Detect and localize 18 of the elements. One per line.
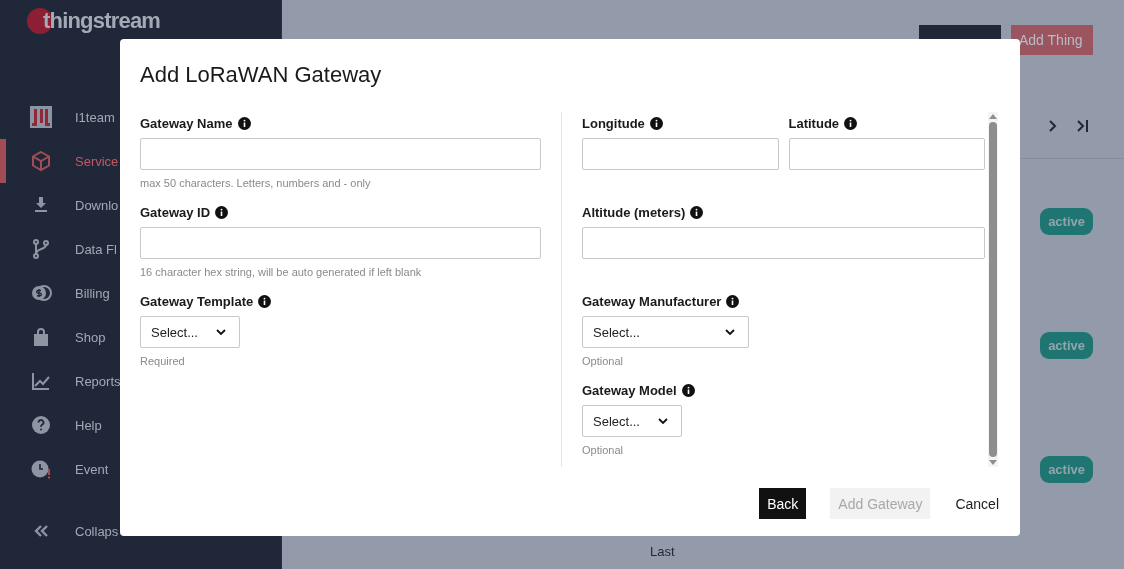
field-hint: Optional [582,444,624,456]
field-label: Gateway ID [140,204,211,220]
field-hint: 16 character hex string, will be auto generated if left blank [140,266,423,278]
field-hint: Required [140,355,186,367]
dialog-title: Add LoRaWAN Gateway [140,62,383,88]
field-label: Longitude [582,115,645,131]
field-label: Gateway Name [140,115,233,131]
status-badge: active [1040,331,1093,359]
column-heading: Last [650,544,675,559]
status-badge: active [1040,207,1093,235]
field-label: Altitude (meters) [582,204,686,220]
field-hint: Optional [582,355,624,367]
field-label: Gateway Model [582,382,677,398]
field-hint: max 50 characters. Letters, numbers and - only [140,177,372,189]
field-label: Latitude [788,115,840,131]
field-label: Gateway Manufacturer [582,293,722,309]
field-label: Gateway Template [140,293,254,309]
status-badge: active [1040,455,1093,483]
